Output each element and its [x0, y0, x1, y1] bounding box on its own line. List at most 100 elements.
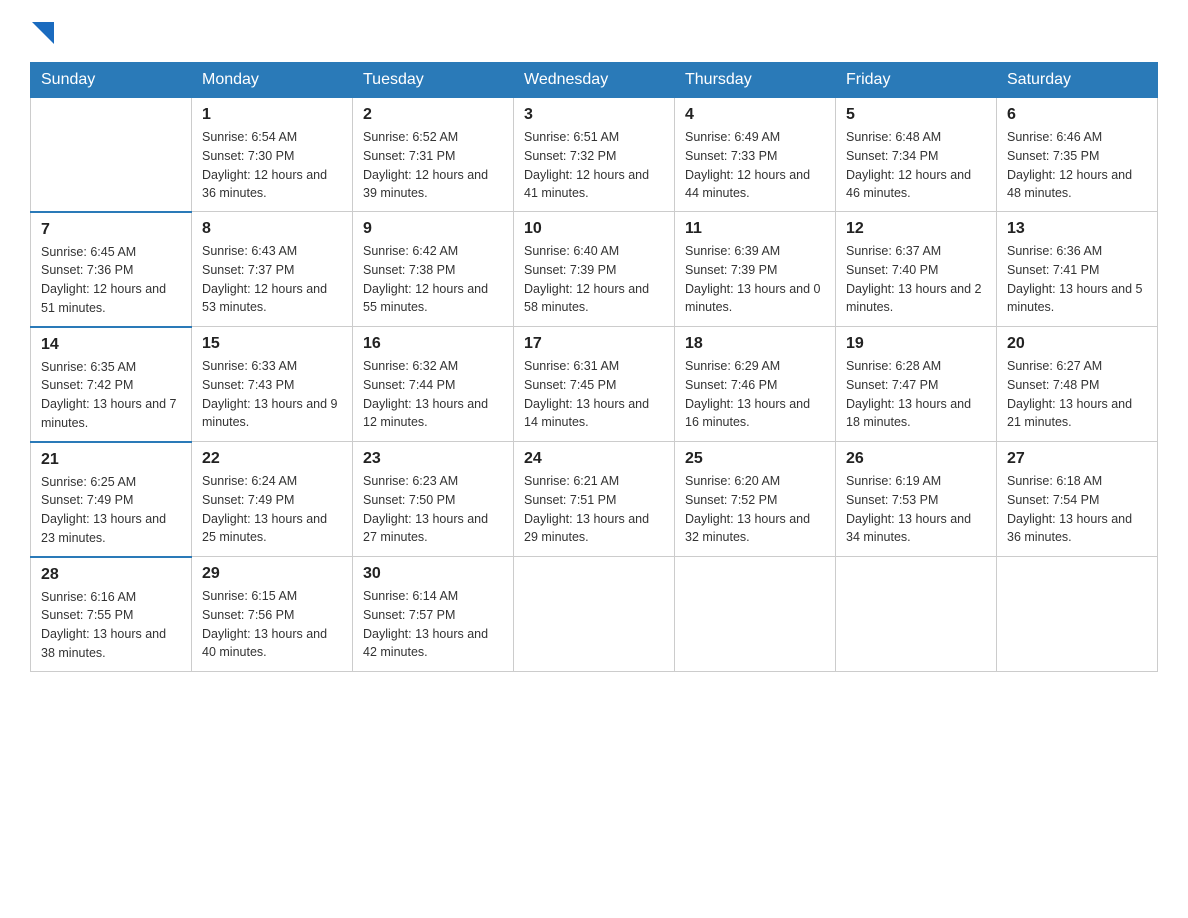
- weekday-header-tuesday: Tuesday: [353, 63, 514, 98]
- day-number: 3: [524, 106, 664, 124]
- day-number: 11: [685, 220, 825, 238]
- day-number: 9: [363, 220, 503, 238]
- calendar-cell: 14Sunrise: 6:35 AMSunset: 7:42 PMDayligh…: [31, 327, 192, 442]
- day-info: Sunrise: 6:40 AMSunset: 7:39 PMDaylight:…: [524, 242, 664, 317]
- day-number: 10: [524, 220, 664, 238]
- weekday-header-friday: Friday: [836, 63, 997, 98]
- day-info: Sunrise: 6:14 AMSunset: 7:57 PMDaylight:…: [363, 587, 503, 662]
- day-number: 7: [41, 221, 181, 239]
- day-info: Sunrise: 6:25 AMSunset: 7:49 PMDaylight:…: [41, 473, 181, 548]
- calendar-cell: 22 Sunrise: 6:24 AMSunset: 7:49 PMDayligh…: [192, 442, 353, 557]
- calendar-cell: 30 Sunrise: 6:14 AMSunset: 7:57 PMDayligh…: [353, 557, 514, 672]
- day-info: Sunrise: 6:52 AMSunset: 7:31 PMDaylight:…: [363, 128, 503, 203]
- day-info: Sunrise: 6:39 AMSunset: 7:39 PMDaylight:…: [685, 242, 825, 317]
- day-info: Sunrise: 6:32 AMSunset: 7:44 PMDaylight:…: [363, 357, 503, 432]
- day-number: 26: [846, 450, 986, 468]
- calendar-cell: 8 Sunrise: 6:43 AMSunset: 7:37 PMDaylight…: [192, 212, 353, 327]
- calendar-cell: 11 Sunrise: 6:39 AMSunset: 7:39 PMDayligh…: [675, 212, 836, 327]
- calendar-cell: 3 Sunrise: 6:51 AMSunset: 7:32 PMDaylight…: [514, 98, 675, 212]
- day-number: 4: [685, 106, 825, 124]
- day-info: Sunrise: 6:46 AMSunset: 7:35 PMDaylight:…: [1007, 128, 1147, 203]
- day-info: Sunrise: 6:36 AMSunset: 7:41 PMDaylight:…: [1007, 242, 1147, 317]
- day-number: 30: [363, 565, 503, 583]
- calendar-week-row: 21 Sunrise: 6:25 AMSunset: 7:49 PMDayligh…: [31, 442, 1158, 557]
- day-info: Sunrise: 6:24 AMSunset: 7:49 PMDaylight:…: [202, 472, 342, 547]
- day-info: Sunrise: 6:29 AMSunset: 7:46 PMDaylight:…: [685, 357, 825, 432]
- weekday-header-wednesday: Wednesday: [514, 63, 675, 98]
- calendar-cell: 6 Sunrise: 6:46 AMSunset: 7:35 PMDaylight…: [997, 98, 1158, 212]
- day-number: 27: [1007, 450, 1147, 468]
- day-number: 20: [1007, 335, 1147, 353]
- day-info: Sunrise: 6:35 AMSunset: 7:42 PMDaylight:…: [41, 358, 181, 433]
- day-info: Sunrise: 6:37 AMSunset: 7:40 PMDaylight:…: [846, 242, 986, 317]
- day-number: 24: [524, 450, 664, 468]
- calendar-cell: 10 Sunrise: 6:40 AMSunset: 7:39 PMDayligh…: [514, 212, 675, 327]
- day-number: 8: [202, 220, 342, 238]
- day-info: Sunrise: 6:45 AMSunset: 7:36 PMDaylight:…: [41, 243, 181, 318]
- calendar-cell: 13 Sunrise: 6:36 AMSunset: 7:41 PMDayligh…: [997, 212, 1158, 327]
- calendar-cell: 18 Sunrise: 6:29 AMSunset: 7:46 PMDayligh…: [675, 327, 836, 442]
- day-info: Sunrise: 6:31 AMSunset: 7:45 PMDaylight:…: [524, 357, 664, 432]
- weekday-header-sunday: Sunday: [31, 63, 192, 98]
- day-info: Sunrise: 6:28 AMSunset: 7:47 PMDaylight:…: [846, 357, 986, 432]
- day-info: Sunrise: 6:33 AMSunset: 7:43 PMDaylight:…: [202, 357, 342, 432]
- day-info: Sunrise: 6:16 AMSunset: 7:55 PMDaylight:…: [41, 588, 181, 663]
- calendar-cell: 29 Sunrise: 6:15 AMSunset: 7:56 PMDayligh…: [192, 557, 353, 672]
- calendar-cell: 1 Sunrise: 6:54 AMSunset: 7:30 PMDaylight…: [192, 98, 353, 212]
- day-number: 29: [202, 565, 342, 583]
- calendar-cell: 12Sunrise: 6:37 AMSunset: 7:40 PMDayligh…: [836, 212, 997, 327]
- calendar-week-row: 28 Sunrise: 6:16 AMSunset: 7:55 PMDayligh…: [31, 557, 1158, 672]
- day-number: 1: [202, 106, 342, 124]
- calendar-cell: 23 Sunrise: 6:23 AMSunset: 7:50 PMDayligh…: [353, 442, 514, 557]
- calendar-cell: 15 Sunrise: 6:33 AMSunset: 7:43 PMDayligh…: [192, 327, 353, 442]
- calendar-cell: [31, 98, 192, 212]
- calendar-cell: 25 Sunrise: 6:20 AMSunset: 7:52 PMDayligh…: [675, 442, 836, 557]
- logo: [30, 20, 54, 44]
- day-info: Sunrise: 6:23 AMSunset: 7:50 PMDaylight:…: [363, 472, 503, 547]
- day-number: 25: [685, 450, 825, 468]
- page-header: [30, 20, 1158, 44]
- weekday-header-thursday: Thursday: [675, 63, 836, 98]
- day-info: Sunrise: 6:54 AMSunset: 7:30 PMDaylight:…: [202, 128, 342, 203]
- calendar-cell: 16 Sunrise: 6:32 AMSunset: 7:44 PMDayligh…: [353, 327, 514, 442]
- day-info: Sunrise: 6:27 AMSunset: 7:48 PMDaylight:…: [1007, 357, 1147, 432]
- day-number: 28: [41, 566, 181, 584]
- calendar-week-row: 7 Sunrise: 6:45 AMSunset: 7:36 PMDaylight…: [31, 212, 1158, 327]
- calendar-week-row: 1 Sunrise: 6:54 AMSunset: 7:30 PMDaylight…: [31, 98, 1158, 212]
- calendar-cell: 7 Sunrise: 6:45 AMSunset: 7:36 PMDaylight…: [31, 212, 192, 327]
- day-number: 13: [1007, 220, 1147, 238]
- calendar-header-row: SundayMondayTuesdayWednesdayThursdayFrid…: [31, 63, 1158, 98]
- day-info: Sunrise: 6:19 AMSunset: 7:53 PMDaylight:…: [846, 472, 986, 547]
- calendar-cell: [514, 557, 675, 672]
- day-number: 16: [363, 335, 503, 353]
- calendar-cell: [997, 557, 1158, 672]
- day-number: 18: [685, 335, 825, 353]
- calendar-week-row: 14Sunrise: 6:35 AMSunset: 7:42 PMDayligh…: [31, 327, 1158, 442]
- day-info: Sunrise: 6:15 AMSunset: 7:56 PMDaylight:…: [202, 587, 342, 662]
- day-info: Sunrise: 6:18 AMSunset: 7:54 PMDaylight:…: [1007, 472, 1147, 547]
- calendar-cell: 19 Sunrise: 6:28 AMSunset: 7:47 PMDayligh…: [836, 327, 997, 442]
- calendar-cell: [675, 557, 836, 672]
- day-info: Sunrise: 6:20 AMSunset: 7:52 PMDaylight:…: [685, 472, 825, 547]
- day-info: Sunrise: 6:49 AMSunset: 7:33 PMDaylight:…: [685, 128, 825, 203]
- weekday-header-saturday: Saturday: [997, 63, 1158, 98]
- day-number: 19: [846, 335, 986, 353]
- day-number: 21: [41, 451, 181, 469]
- day-info: Sunrise: 6:48 AMSunset: 7:34 PMDaylight:…: [846, 128, 986, 203]
- day-info: Sunrise: 6:43 AMSunset: 7:37 PMDaylight:…: [202, 242, 342, 317]
- day-info: Sunrise: 6:51 AMSunset: 7:32 PMDaylight:…: [524, 128, 664, 203]
- calendar-cell: 20 Sunrise: 6:27 AMSunset: 7:48 PMDayligh…: [997, 327, 1158, 442]
- calendar-cell: 28 Sunrise: 6:16 AMSunset: 7:55 PMDayligh…: [31, 557, 192, 672]
- calendar-cell: 21 Sunrise: 6:25 AMSunset: 7:49 PMDayligh…: [31, 442, 192, 557]
- calendar-cell: 5 Sunrise: 6:48 AMSunset: 7:34 PMDaylight…: [836, 98, 997, 212]
- day-number: 6: [1007, 106, 1147, 124]
- day-number: 15: [202, 335, 342, 353]
- weekday-header-monday: Monday: [192, 63, 353, 98]
- day-number: 2: [363, 106, 503, 124]
- day-number: 22: [202, 450, 342, 468]
- logo-triangle-icon: [32, 22, 54, 44]
- calendar-cell: 26 Sunrise: 6:19 AMSunset: 7:53 PMDayligh…: [836, 442, 997, 557]
- calendar-cell: 17Sunrise: 6:31 AMSunset: 7:45 PMDayligh…: [514, 327, 675, 442]
- day-number: 23: [363, 450, 503, 468]
- day-number: 5: [846, 106, 986, 124]
